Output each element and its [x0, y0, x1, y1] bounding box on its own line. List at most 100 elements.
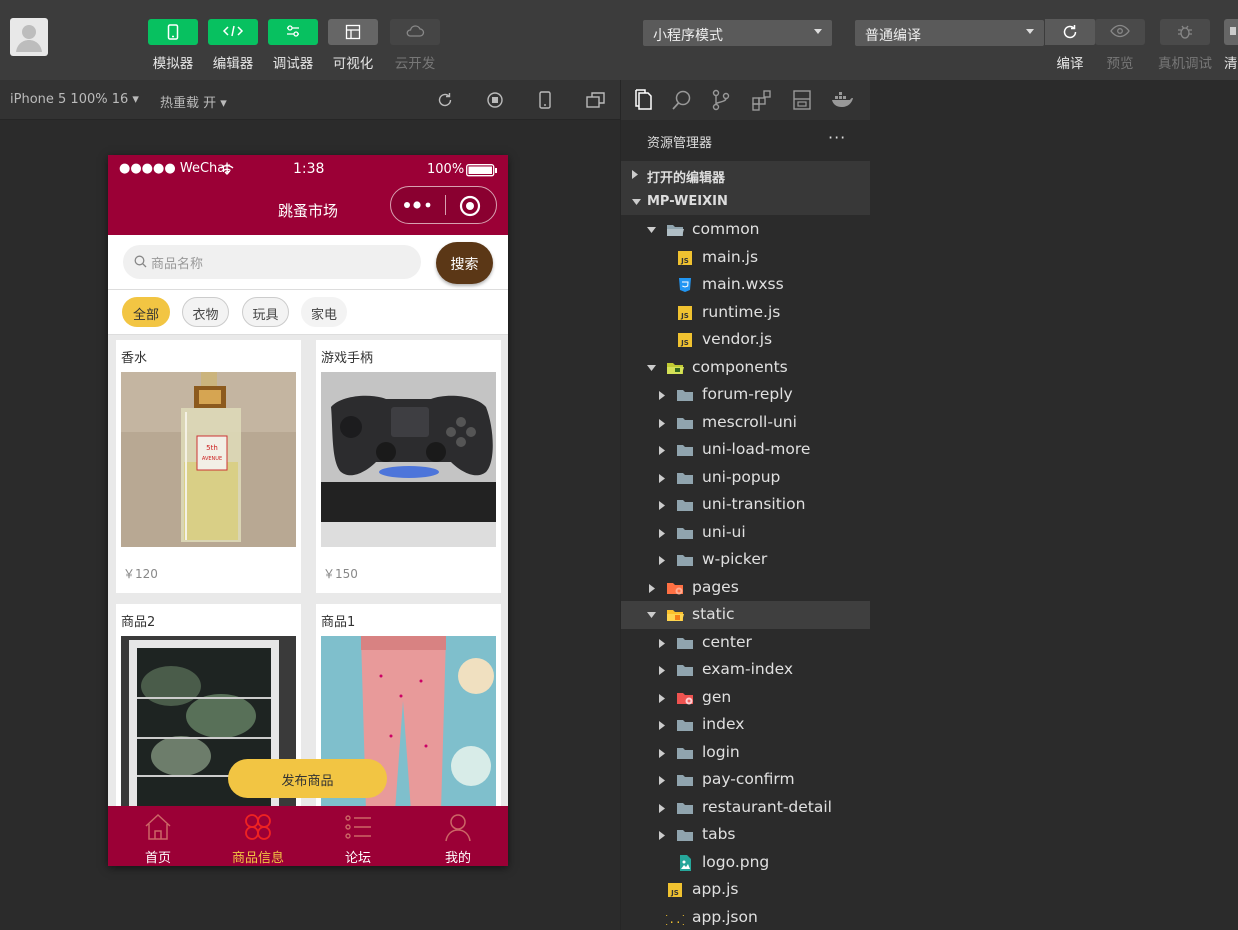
- docker-icon[interactable]: [831, 89, 853, 111]
- tab-mine[interactable]: 我的: [408, 812, 508, 866]
- compile-select-value: 普通编译: [865, 28, 921, 44]
- tree-folder-item[interactable]: forum-reply: [621, 381, 871, 409]
- category-chip-toys[interactable]: 玩具: [242, 297, 289, 327]
- tree-folder-item[interactable]: uni-ui: [621, 519, 871, 547]
- carrier-label: ●●●●● WeChat: [119, 161, 231, 176]
- compile-select[interactable]: 普通编译: [855, 20, 1044, 46]
- tree-folder-item[interactable]: exam-index: [621, 656, 871, 684]
- tree-folder-item[interactable]: components: [621, 354, 871, 382]
- tree-folder-item[interactable]: restaurant-detail: [621, 794, 871, 822]
- tree-item-label: center: [702, 632, 752, 651]
- tree-file-item[interactable]: JS app.js: [621, 876, 871, 904]
- tree-file-item[interactable]: main.wxss: [621, 271, 871, 299]
- stop-icon[interactable]: [486, 91, 504, 109]
- svg-text:JS: JS: [680, 339, 689, 347]
- category-chip-appliances[interactable]: 家电: [301, 297, 347, 327]
- remote-debug-label: 真机调试: [1158, 56, 1212, 72]
- category-chip-all[interactable]: 全部: [122, 297, 170, 327]
- chevron-right-icon: [659, 418, 665, 428]
- wifi-icon: [220, 165, 234, 175]
- hot-reload-select[interactable]: 热重载 开 ▾: [160, 92, 227, 111]
- tree-folder-item[interactable]: login: [621, 739, 871, 767]
- tree-file-item[interactable]: {..} app.json: [621, 904, 871, 930]
- tree-folder-item[interactable]: w-picker: [621, 546, 871, 574]
- tree-folder-item[interactable]: center: [621, 629, 871, 657]
- components-folder-icon: [667, 362, 684, 374]
- extensions-icon[interactable]: [751, 89, 773, 111]
- device-select[interactable]: iPhone 5 100% 16 ▾: [10, 92, 139, 107]
- svg-text:JS: JS: [680, 312, 689, 320]
- debugger-toggle-button[interactable]: 调试器: [268, 19, 318, 72]
- svg-text:5th: 5th: [206, 444, 218, 452]
- project-section[interactable]: MP-WEIXIN: [621, 188, 871, 215]
- tree-file-item[interactable]: JS main.js: [621, 244, 871, 272]
- hot-reload-value: 热重载 开: [160, 96, 217, 111]
- devtools-window: 模拟器 编辑器 调试器 可视化 云开发 小程序模式 普通编译 编译 预览 真机调…: [0, 0, 1238, 930]
- sliders-icon: [287, 25, 299, 37]
- layout-icon: [345, 24, 361, 40]
- mode-select-value: 小程序模式: [653, 28, 723, 44]
- reload-icon[interactable]: [436, 91, 454, 109]
- avatar[interactable]: [10, 18, 48, 56]
- more-actions-button[interactable]: ···: [828, 128, 846, 147]
- tree-folder-item[interactable]: uni-popup: [621, 464, 871, 492]
- remote-debug-button[interactable]: 真机调试: [1158, 19, 1212, 72]
- publish-button[interactable]: 发布商品: [228, 759, 387, 798]
- clear-cache-button[interactable]: 清: [1224, 19, 1238, 72]
- search-input[interactable]: 商品名称: [123, 245, 421, 279]
- storage-icon[interactable]: [792, 89, 812, 111]
- tab-products[interactable]: 商品信息: [208, 812, 308, 866]
- more-dots-icon[interactable]: [403, 201, 433, 209]
- search-icon[interactable]: [671, 89, 693, 111]
- open-editors-section[interactable]: 打开的编辑器: [621, 161, 871, 188]
- tree-folder-item[interactable]: pay-confirm: [621, 766, 871, 794]
- cloud-dev-button[interactable]: 云开发: [390, 19, 440, 72]
- chevron-right-icon: [659, 776, 665, 785]
- tree-file-item[interactable]: JS vendor.js: [621, 326, 871, 354]
- editor-toggle-button[interactable]: 编辑器: [208, 19, 258, 72]
- svg-text:AVENUE: AVENUE: [202, 456, 222, 462]
- clear-icon: [1230, 27, 1236, 35]
- visual-toggle-button[interactable]: 可视化: [328, 19, 378, 72]
- tree-item-label: components: [692, 357, 788, 376]
- search-row: 商品名称 搜索: [108, 235, 508, 289]
- files-icon[interactable]: [633, 89, 653, 111]
- folder-icon: [677, 555, 693, 566]
- status-bar: ●●●●● WeChat 1:38 100%: [108, 155, 508, 185]
- tree-folder-item[interactable]: pages: [621, 574, 871, 602]
- tree-folder-item[interactable]: uni-transition: [621, 491, 871, 519]
- tree-folder-item[interactable]: gen: [621, 684, 871, 712]
- tree-item-label: forum-reply: [702, 385, 793, 403]
- category-chip-clothes[interactable]: 衣物: [182, 297, 229, 327]
- mode-select[interactable]: 小程序模式: [643, 20, 832, 46]
- tree-item-label: pages: [692, 577, 739, 596]
- detach-window-icon[interactable]: [586, 91, 606, 109]
- source-control-icon[interactable]: [711, 89, 731, 111]
- tree-item-label: uni-ui: [702, 522, 746, 541]
- product-card[interactable]: 香水 5th AVENUE ￥120: [116, 340, 301, 593]
- product-price: ￥150: [323, 567, 358, 581]
- tree-folder-item[interactable]: common: [621, 216, 871, 244]
- product-card[interactable]: 游戏手柄 ￥150: [316, 340, 501, 593]
- tree-folder-item[interactable]: uni-load-more: [621, 436, 871, 464]
- tree-folder-item[interactable]: index: [621, 711, 871, 739]
- folder-open-icon: [667, 225, 684, 236]
- tree-item-label: app.js: [692, 880, 739, 898]
- simulator-label: 模拟器: [152, 56, 194, 72]
- preview-button[interactable]: 预览: [1095, 19, 1145, 72]
- compile-button[interactable]: 编译: [1045, 19, 1095, 72]
- close-miniprogram-icon[interactable]: [459, 195, 481, 217]
- tab-forum[interactable]: 论坛: [308, 812, 408, 866]
- simulator-toggle-button[interactable]: 模拟器: [148, 19, 198, 72]
- search-button[interactable]: 搜索: [436, 242, 493, 284]
- tree-file-item[interactable]: JS runtime.js: [621, 299, 871, 327]
- phone-icon[interactable]: [538, 91, 552, 109]
- tree-item-label: exam-index: [702, 660, 794, 678]
- tab-home[interactable]: 首页: [108, 812, 208, 866]
- tree-folder-item[interactable]: mescroll-uni: [621, 409, 871, 437]
- tree-file-item[interactable]: logo.png: [621, 849, 871, 877]
- visual-label: 可视化: [332, 56, 374, 72]
- code-icon: [222, 25, 244, 37]
- tree-folder-item[interactable]: static: [621, 601, 871, 629]
- tree-folder-item[interactable]: tabs: [621, 821, 871, 849]
